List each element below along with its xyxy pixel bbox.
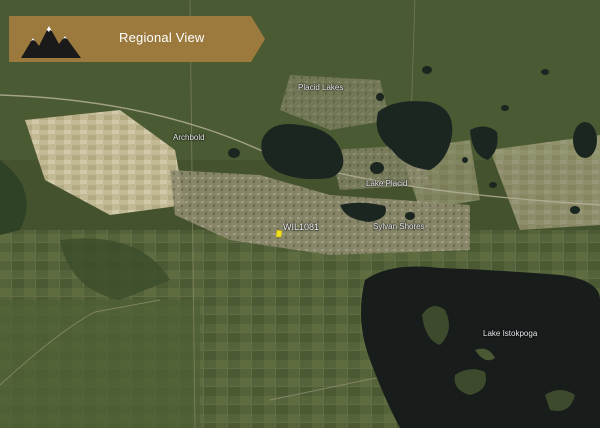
place-label-placid-lakes: Placid Lakes <box>298 83 344 92</box>
satellite-imagery <box>0 0 600 428</box>
banner-title: Regional View <box>119 30 205 45</box>
site-label: WIL1081 <box>283 222 320 232</box>
place-label-lake-istokpoga: Lake Istokpoga <box>483 329 538 338</box>
place-label-sylvan-shores: Sylvan Shores <box>373 222 425 231</box>
mountain-logo-icon <box>19 20 85 60</box>
site-marker-icon[interactable] <box>275 225 283 238</box>
regional-map[interactable]: Regional View Placid Lakes Archbold Lake… <box>0 0 600 428</box>
place-label-archbold: Archbold <box>173 133 205 142</box>
place-label-lake-placid: Lake Placid <box>366 179 408 188</box>
region-banner: Regional View <box>9 16 265 62</box>
